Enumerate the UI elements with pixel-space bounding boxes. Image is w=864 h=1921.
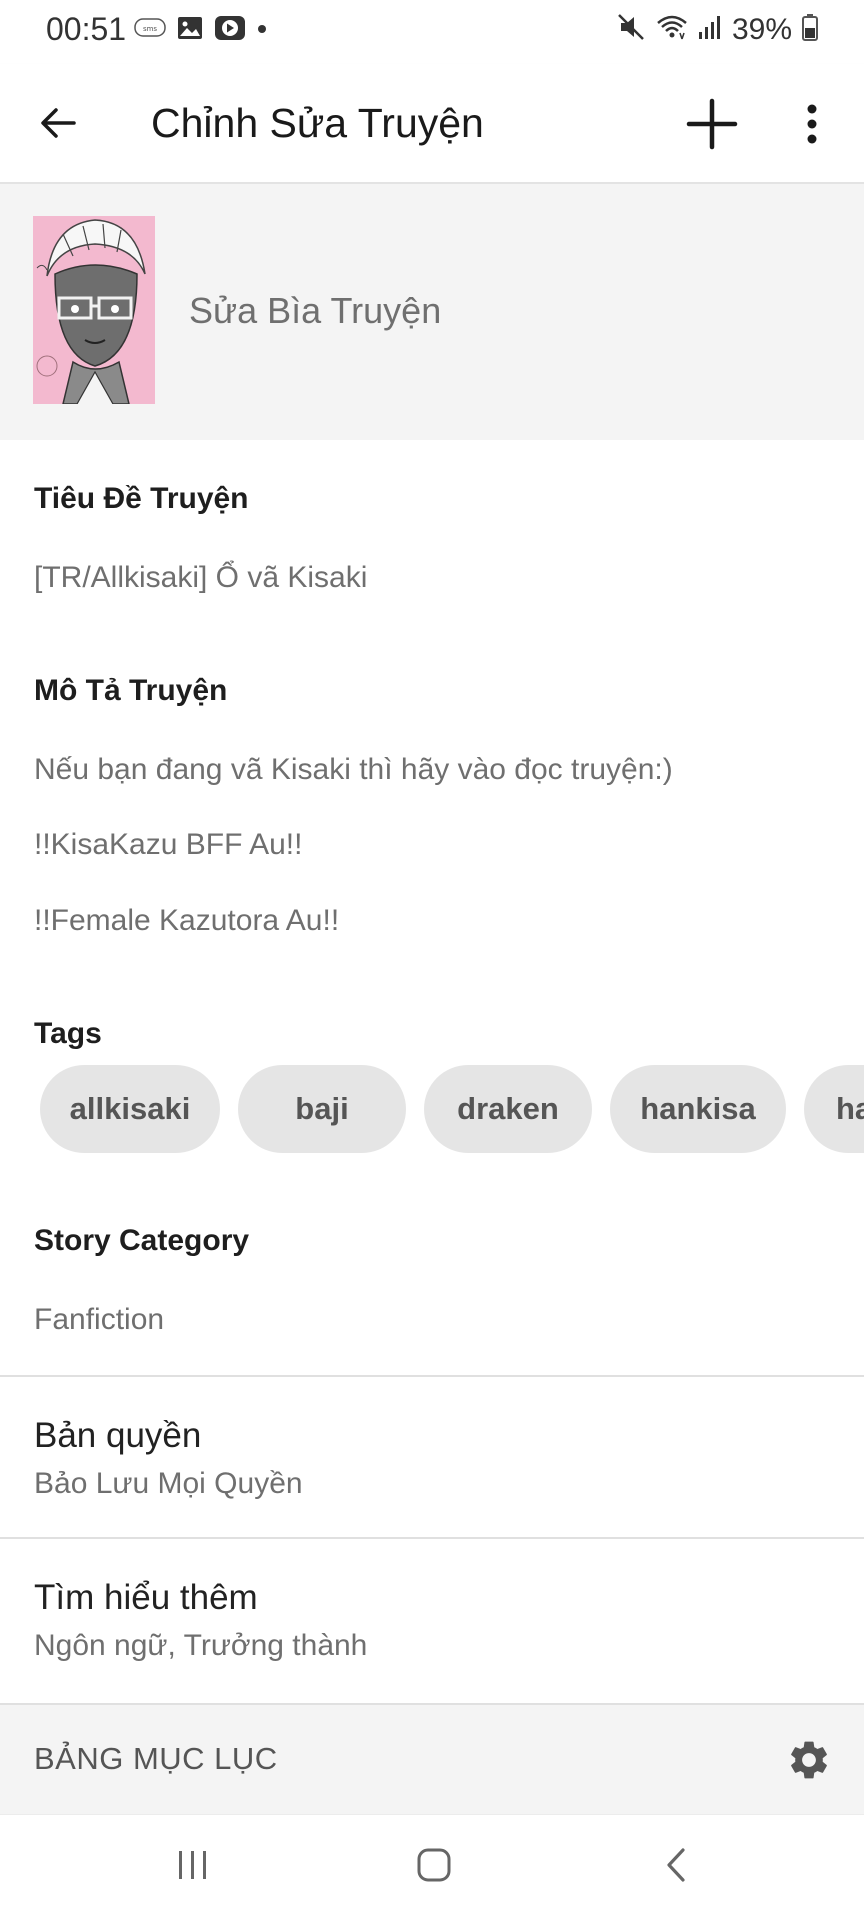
sms-icon: sms [134, 16, 166, 45]
more-vertical-icon [806, 104, 818, 149]
edit-cover-section[interactable]: Sửa Bìa Truyện [0, 184, 864, 440]
description-line: !!KisaKazu BFF Au!! [34, 828, 303, 861]
toc-settings-button[interactable] [782, 1735, 836, 1789]
story-cover-image[interactable] [33, 216, 155, 404]
status-time: 00:51 [46, 11, 127, 47]
tag-chip-partial[interactable]: ha [804, 1065, 864, 1153]
divider [0, 1375, 864, 1377]
divider [0, 1537, 864, 1539]
description-label: Mô Tả Truyện [34, 674, 228, 707]
svg-text:sms: sms [143, 25, 157, 33]
battery-icon [802, 13, 818, 46]
back-arrow-icon [38, 103, 78, 148]
tags-list[interactable]: allkisaki baji draken hankisa ha [40, 1065, 864, 1153]
page-title: Chỉnh Sửa Truyện [151, 100, 484, 146]
edit-cover-label[interactable]: Sửa Bìa Truyện [189, 290, 441, 332]
system-navigation-bar [0, 1814, 864, 1921]
story-title-label: Tiêu Đề Truyện [34, 482, 249, 515]
tag-chip-hankisa[interactable]: hankisa [610, 1065, 786, 1153]
wifi-icon [656, 13, 688, 46]
gallery-icon [176, 14, 204, 47]
tag-chip-baji[interactable]: baji [238, 1065, 406, 1153]
tag-chip-draken[interactable]: draken [424, 1065, 592, 1153]
mute-icon [616, 12, 646, 47]
notification-dot-icon [256, 22, 268, 40]
table-of-contents-header: BẢNG MỤC LỤC [0, 1703, 864, 1815]
description-line: !!Female Kazutora Au!! [34, 904, 340, 937]
system-back-button[interactable] [646, 1839, 706, 1895]
recent-apps-icon [176, 1848, 210, 1887]
back-icon [661, 1846, 691, 1889]
status-system-icons: 39% [616, 12, 818, 47]
home-button[interactable] [404, 1839, 464, 1895]
tag-chip-allkisaki[interactable]: allkisaki [40, 1065, 220, 1153]
table-of-contents-label: BẢNG MỤC LỤC [34, 1741, 278, 1776]
status-bar: 00:51 sms 39% [0, 0, 864, 64]
gear-icon [786, 1737, 832, 1788]
recent-apps-button[interactable] [163, 1839, 223, 1895]
category-label: Story Category [34, 1224, 250, 1257]
copyright-title: Bản quyền [34, 1416, 202, 1455]
story-title-field[interactable]: [TR/Allkisaki] Ổ vã Kisaki [34, 561, 367, 595]
back-button[interactable] [30, 97, 86, 153]
more-info-title: Tìm hiểu thêm [34, 1578, 258, 1617]
category-field[interactable]: Fanfiction [34, 1303, 164, 1337]
more-options-button[interactable] [790, 96, 834, 156]
youtube-icon [214, 14, 246, 47]
add-part-button[interactable] [680, 94, 744, 158]
copyright-value: Bảo Lưu Mọi Quyền [34, 1467, 303, 1500]
more-info-value: Ngôn ngữ, Trưởng thành [34, 1629, 368, 1662]
status-notification-icons: sms [134, 14, 268, 47]
description-line: Nếu bạn đang vã Kisaki thì hãy vào đọc t… [34, 753, 673, 786]
home-icon [415, 1846, 453, 1889]
signal-icon [698, 14, 722, 45]
app-bar: Chỉnh Sửa Truyện [0, 64, 864, 184]
tags-label: Tags [34, 1017, 102, 1050]
plus-icon [685, 97, 739, 156]
battery-percentage: 39% [731, 12, 792, 46]
